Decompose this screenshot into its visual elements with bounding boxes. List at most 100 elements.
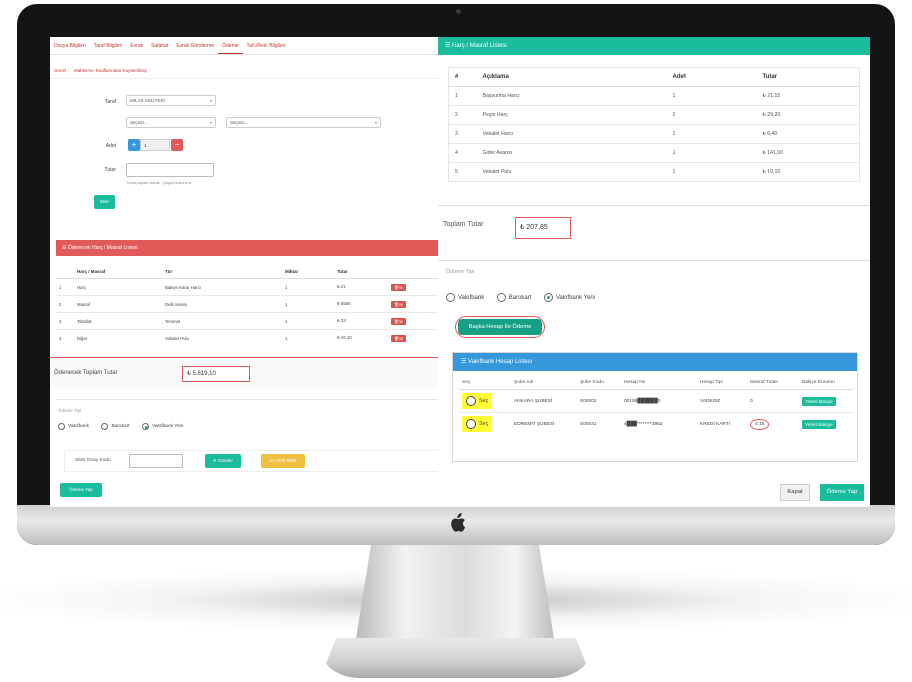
table-row: 3 Vekalet Harcı 1 ₺ 6,40: [448, 124, 860, 144]
subtab-mahkeme-taraflari[interactable]: Mahkeme Taraflarından Kaydedilmiş: [70, 65, 151, 78]
ekle-button[interactable]: Ekle: [94, 195, 115, 209]
sil-button[interactable]: 🗑Sil: [391, 283, 407, 291]
sec-radio-ankara[interactable]: Seç: [462, 393, 493, 409]
row-tutar: ₺ 5555: [334, 295, 388, 313]
row-aciklama: Başvurma Harcı: [476, 86, 667, 106]
radio-vakifbank-yeni[interactable]: [543, 293, 553, 303]
list-icon: ☰: [445, 43, 453, 49]
sec-radio-edremit[interactable]: Seç: [462, 416, 493, 432]
radio-barokart-label: Barokart: [508, 294, 532, 301]
row-num: 2: [448, 105, 477, 125]
sms-label: SMS Onay Kodu: [75, 458, 111, 463]
toplam-label: Toplam Tutar: [443, 221, 484, 228]
harc-masraf-modal: ☰ Harç / Masraf Listesi # Açıklama Adet …: [438, 37, 870, 507]
payment-form-panel: Dosya Bilgileri Taraf Bilgileri Evrak Sa…: [50, 37, 444, 507]
row-name: Tahsilat: [74, 312, 162, 330]
category-select[interactable]: Seçiniz... ▾: [126, 117, 216, 128]
tab-tah-red-bilgileri[interactable]: Tah./Red. Bilgileri: [243, 37, 290, 54]
left-odeme-tipi-label: Ödeme Tipi: [58, 408, 82, 413]
col-masraf-tutari: Masraf Tutarı: [747, 376, 799, 390]
row-hesap-no: 4███********3962: [621, 412, 697, 435]
tab-taraf-bilgileri[interactable]: Taraf Bilgileri: [90, 37, 127, 54]
row-aciklama: Peşin Harç: [476, 105, 667, 125]
row-adet: 1: [666, 105, 757, 125]
table-row: 4 Gider Avansı 1 ₺ 141,00: [448, 143, 860, 163]
radio-vakifbank[interactable]: [58, 423, 65, 431]
sms-section: SMS Onay Kodu ✈ Gönder ✉ YENİ SMS: [64, 450, 444, 472]
kapat-button[interactable]: Kapat: [780, 484, 810, 501]
row-miktar: 1: [282, 312, 334, 330]
taraf-label: Taraf: [104, 99, 116, 105]
yeni-sms-button[interactable]: ✉ YENİ SMS: [261, 454, 305, 468]
table-row: 1 Harç Bakiye Karar Harcı 1 ₺ 21 🗑Sil: [56, 278, 440, 296]
radio-vakifbank-yeni-label: Vakıfbank Yeni: [152, 424, 184, 430]
tab-odeme[interactable]: Ödeme: [218, 37, 243, 54]
row-num: 1: [56, 278, 74, 296]
row-miktar: 1: [282, 329, 334, 347]
table-row: 1 Başvurma Harcı 1 ₺ 21,15: [448, 86, 860, 106]
radio-barokart[interactable]: [496, 293, 506, 303]
list-icon: ☰: [461, 359, 469, 365]
radio-vakifbank-yeni[interactable]: [142, 423, 150, 431]
row-tutar: ₺ 21: [334, 278, 388, 296]
col-sec: Seç: [459, 376, 511, 390]
left-payment-type-section: Ödeme Tipi Vakıfbank Barokart Vakıfbank …: [56, 399, 440, 436]
row-num: 4: [56, 329, 74, 347]
row-num: 3: [56, 312, 74, 330]
sms-code-input[interactable]: [129, 454, 183, 468]
row-miktar: 1: [282, 295, 334, 313]
row-tur: Bakiye Karar Harcı: [162, 278, 282, 296]
row-adet: 1: [666, 143, 757, 163]
left-odeme-yap-button[interactable]: Ödeme Yap: [60, 483, 102, 497]
row-tutar: ₺ 33: [334, 312, 388, 330]
row-tutar: ₺ 29,20: [756, 105, 860, 125]
baska-hesap-label: Başka Hesap İle Ödeme: [458, 319, 542, 335]
col-miktar: Miktar: [282, 265, 334, 279]
col-bakiye-durumu: Bakiye Durumu: [799, 376, 853, 390]
sil-button[interactable]: 🗑Sil: [391, 300, 407, 308]
radio-vakifbank[interactable]: [446, 293, 455, 303]
odeme-yap-button[interactable]: Ödeme Yap: [820, 484, 864, 501]
row-kod: S00002: [577, 389, 621, 413]
tutar-input[interactable]: [126, 163, 214, 177]
radio-vakifbank-label: Vakıfbank: [458, 294, 485, 301]
left-radio-group: Vakıfbank Barokart Vakıfbank Yeni: [58, 418, 440, 436]
tab-evrak-gonderme[interactable]: Evrak Gönderme: [172, 37, 218, 54]
row-kod: S00041: [577, 412, 621, 435]
row-aciklama: Gider Avansı: [476, 143, 667, 163]
screen: Dosya Bilgileri Taraf Bilgileri Evrak Sa…: [50, 37, 870, 507]
vakifbank-hesap-table: Seç Şube Adı Şube Kodu Hesap No Hesap Ti…: [459, 376, 853, 435]
increment-button[interactable]: +: [128, 139, 140, 151]
adet-input[interactable]: 1: [140, 139, 170, 151]
radio-barokart-label: Barokart: [111, 424, 130, 430]
row-name: Diğer: [74, 329, 162, 347]
subtab-genel[interactable]: Genel: [50, 65, 70, 78]
row-num: 1: [448, 86, 477, 106]
sil-button[interactable]: 🗑Sil: [391, 317, 407, 325]
taraf-select[interactable]: MİLAS ADLİYESİ ▾: [126, 95, 216, 106]
bakiye-badge: Yeterli Bakiye: [802, 396, 836, 406]
col-harc-masraf: Harç / Masraf: [74, 265, 162, 279]
yeni-sms-label: YENİ SMS: [274, 458, 297, 463]
sil-label: Sil: [398, 285, 404, 290]
tutar-label: Tutar: [104, 167, 116, 173]
radio-barokart[interactable]: [101, 423, 109, 431]
table-row: 2 Masraf Delil Avansı 1 ₺ 5555 🗑Sil: [56, 295, 440, 313]
chevron-down-icon: ▾: [209, 98, 212, 103]
row-sube: EDREMİT ŞUBESİ: [511, 412, 577, 435]
table-header-row: # Açıklama Adet Tutar: [448, 67, 860, 87]
sec-label: Seç: [479, 398, 489, 404]
tab-dosya-bilgileri[interactable]: Dosya Bilgileri: [50, 37, 90, 54]
decrement-button[interactable]: −: [171, 139, 183, 151]
sil-button[interactable]: 🗑Sil: [391, 334, 407, 342]
sub-tabs: Genel Mahkeme Taraflarından Kaydedilmiş: [50, 65, 442, 79]
col-tutar: Tutar: [334, 265, 388, 279]
gonder-button[interactable]: ✈ Gönder: [205, 454, 241, 468]
tab-evrak[interactable]: Evrak: [126, 37, 147, 54]
row-tutar: ₺ 21,15: [756, 86, 860, 106]
type-select[interactable]: Seçiniz... ▾: [226, 117, 381, 128]
baska-hesap-button[interactable]: Başka Hesap İle Ödeme: [455, 316, 545, 338]
right-radio-group: Vakıfbank Barokart Vakıfbank Yeni: [446, 289, 603, 307]
vakifbank-hesap-header: ☰ Vakıfbank Hesap Listesi: [453, 353, 857, 371]
tab-safahat[interactable]: Safahat: [147, 37, 172, 54]
